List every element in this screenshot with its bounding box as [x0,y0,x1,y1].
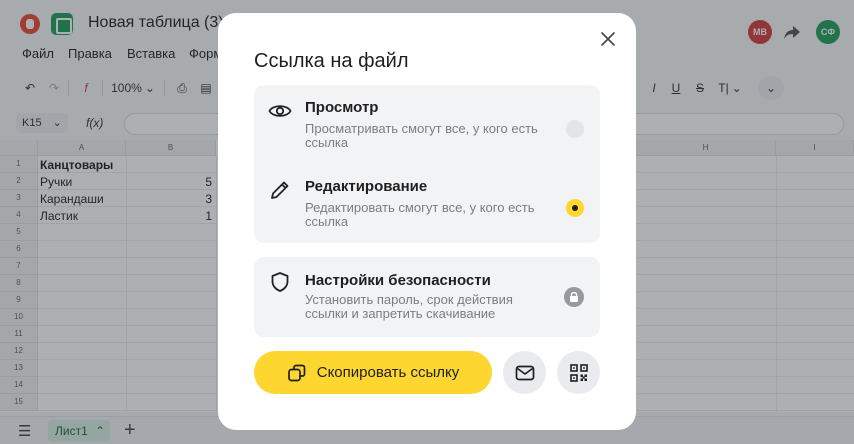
share-link-dialog: Ссылка на файл Просмотр Просматривать см… [218,13,636,430]
copy-link-button[interactable]: Скопировать ссылку [254,351,492,394]
close-icon[interactable] [598,29,618,49]
option-view[interactable]: Просмотр Просматривать смогут все, у ког… [254,85,600,161]
qr-code-icon [569,363,588,382]
shield-icon [271,272,289,292]
radio-view[interactable] [566,120,584,138]
option-edit[interactable]: Редактирование Редактировать смогут все,… [254,165,600,241]
dialog-title: Ссылка на файл [254,50,409,72]
eye-icon [268,105,292,117]
qr-code-button[interactable] [557,351,600,394]
option-view-title: Просмотр [305,99,379,116]
send-email-button[interactable] [503,351,546,394]
copy-icon [287,364,306,381]
security-description: Установить пароль, срок действия ссылки … [305,292,513,321]
copy-link-label: Скопировать ссылку [316,364,460,381]
option-edit-description: Редактировать смогут все, у кого есть сс… [305,200,535,229]
access-options: Просмотр Просматривать смогут все, у ког… [254,85,600,243]
option-edit-title: Редактирование [305,178,428,195]
mail-icon [515,365,534,380]
option-view-description: Просматривать смогут все, у кого есть сс… [305,121,538,150]
security-title: Настройки безопасности [305,272,491,289]
security-settings[interactable]: Настройки безопасности Установить пароль… [254,257,600,337]
radio-edit[interactable] [566,199,584,217]
lock-icon [564,287,584,307]
pencil-icon [271,181,289,199]
